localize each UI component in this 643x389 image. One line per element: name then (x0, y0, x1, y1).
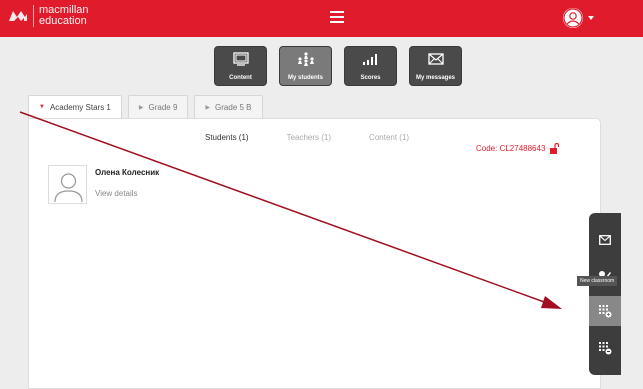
macmillan-logo-icon (9, 11, 27, 21)
user-menu-caret-icon[interactable] (588, 16, 594, 20)
new-classroom-tooltip: New classroom (577, 276, 618, 286)
subtab-students[interactable]: Students (1) (205, 133, 249, 142)
students-icon (297, 52, 314, 66)
side-message-button[interactable] (589, 225, 621, 255)
logo-text: macmillan education (39, 5, 89, 27)
new-classroom-icon (599, 305, 612, 318)
tab-academy-stars-1[interactable]: ▼ Academy Stars 1 (28, 95, 122, 118)
tab-label: Academy Stars 1 (49, 102, 111, 112)
subtab-teachers[interactable]: Teachers (1) (287, 133, 331, 142)
my-students-button-label: My students (287, 75, 323, 81)
student-info: Олена Колесник View details (95, 168, 159, 204)
class-code-text: Code: CL27488643 (476, 144, 546, 153)
tab-label: Grade 9 (148, 102, 178, 112)
class-tabs: ▼ Academy Stars 1 ▶ Grade 9 ▶ Grade 5 B (28, 95, 269, 118)
student-card: Олена Колесник View details (48, 165, 159, 204)
tab-grade-9[interactable]: ▶ Grade 9 (127, 95, 189, 118)
collapsed-arrow-icon: ▶ (138, 104, 144, 111)
class-panel: Students (1) Teachers (1) Content (1) Co… (28, 118, 601, 389)
my-students-button[interactable]: My students (279, 46, 332, 86)
collapsed-arrow-icon: ▶ (205, 104, 211, 111)
tab-grade-5b[interactable]: ▶ Grade 5 B (194, 95, 263, 118)
class-subtabs: Students (1) Teachers (1) Content (1) (205, 133, 447, 142)
scores-button-label: Scores (360, 75, 381, 81)
tab-label: Grade 5 B (215, 102, 252, 112)
top-bar: macmillan education (0, 0, 643, 37)
main-toolbar: Content My students Scores My messages (214, 46, 474, 86)
remove-classroom-button[interactable] (589, 333, 621, 363)
scores-icon (362, 54, 377, 65)
content-icon (232, 52, 249, 66)
hamburger-menu-icon[interactable] (330, 11, 344, 24)
view-details-link[interactable]: View details (95, 189, 159, 198)
expanded-arrow-icon: ▼ (39, 104, 45, 110)
subtab-content[interactable]: Content (1) (369, 133, 409, 142)
my-messages-button-label: My messages (415, 75, 456, 81)
user-avatar-icon (563, 8, 583, 28)
message-icon (599, 235, 611, 245)
side-action-panel (589, 213, 621, 375)
remove-classroom-icon (599, 342, 612, 355)
new-classroom-button[interactable] (589, 296, 621, 326)
logo-separator (33, 5, 34, 27)
my-messages-button[interactable]: My messages (409, 46, 462, 86)
unlock-icon[interactable] (549, 143, 560, 154)
student-avatar-icon (48, 165, 87, 204)
macmillan-logo[interactable]: macmillan education (8, 5, 89, 27)
messages-icon (427, 53, 444, 65)
class-code: Code: CL27488643 (476, 143, 560, 154)
logo-line2: education (39, 15, 87, 27)
user-avatar[interactable] (563, 8, 583, 28)
content-button[interactable]: Content (214, 46, 267, 86)
scores-button[interactable]: Scores (344, 46, 397, 86)
content-button-label: Content (229, 75, 252, 81)
student-name: Олена Колесник (95, 168, 160, 177)
